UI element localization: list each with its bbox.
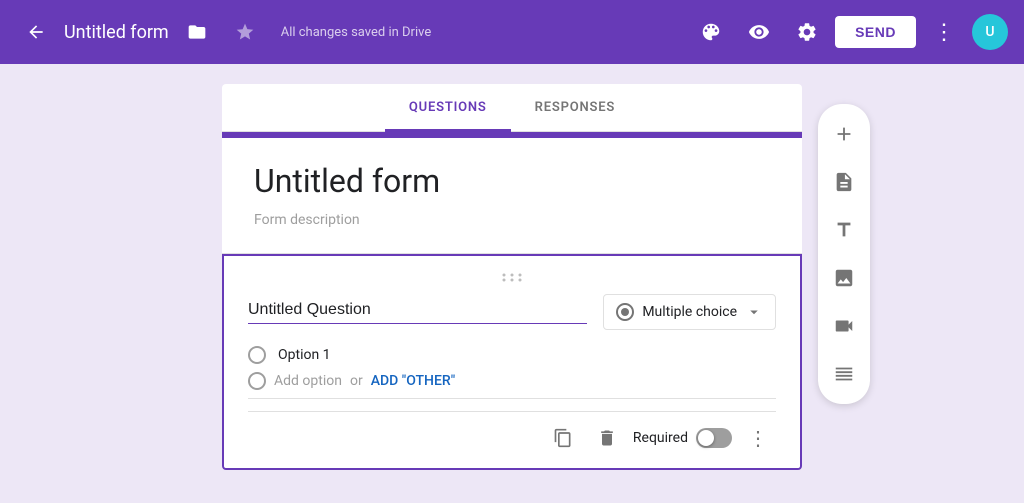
tab-responses[interactable]: RESPONSES [511,84,639,131]
topbar-right: SEND ⋮ U [691,12,1008,52]
add-option-or: or [350,373,363,389]
required-toggle[interactable] [696,428,732,448]
question-header: Multiple choice [248,294,776,330]
add-option-row: Add option or ADD "OTHER" [248,372,776,390]
question-card: Multiple choice Option 1 Add option or A… [222,254,802,470]
folder-button[interactable] [177,12,217,52]
send-button[interactable]: SEND [835,16,916,48]
more-options-button[interactable]: ⋮ [924,12,964,52]
question-type-dropdown[interactable]: Multiple choice [603,294,776,330]
add-title-button[interactable] [822,208,866,252]
topbar-left: Untitled form All changes saved in Drive [16,12,683,52]
options-list: Option 1 Add option or ADD "OTHER" [248,346,776,390]
add-video-button[interactable] [822,304,866,348]
duplicate-button[interactable] [545,420,581,456]
radio-empty-add-icon [248,372,266,390]
form-header-card: Untitled form Form description [222,132,802,254]
add-image-button[interactable] [822,256,866,300]
required-label: Required [633,430,688,446]
add-question-button[interactable] [822,112,866,156]
palette-button[interactable] [691,12,731,52]
import-questions-button[interactable] [822,160,866,204]
option-1-text[interactable]: Option 1 [278,347,331,363]
question-footer: Required ⋮ [248,411,776,456]
topbar: Untitled form All changes saved in Drive [0,0,1024,64]
star-button[interactable] [225,12,265,52]
tabs-bar: QUESTIONS RESPONSES [222,84,802,132]
settings-button[interactable] [787,12,827,52]
radio-empty-icon [248,346,266,364]
back-button[interactable] [16,12,56,52]
add-section-button[interactable] [822,352,866,396]
main-area: QUESTIONS RESPONSES Untitled form Form d… [0,64,1024,503]
chevron-down-icon [745,303,763,321]
form-main-title[interactable]: Untitled form [254,162,770,200]
add-other-link[interactable]: ADD "OTHER" [371,373,455,389]
question-type-inner: Multiple choice [616,303,737,321]
form-description[interactable]: Form description [254,212,770,233]
delete-button[interactable] [589,420,625,456]
preview-button[interactable] [739,12,779,52]
more-question-options-button[interactable]: ⋮ [740,420,776,456]
tab-questions[interactable]: QUESTIONS [385,84,511,131]
form-title-topbar: Untitled form [64,22,169,43]
question-type-label: Multiple choice [642,304,737,320]
radio-filled-icon [616,303,634,321]
question-title-input[interactable] [248,301,587,324]
right-sidebar [818,104,870,404]
autosave-status: All changes saved in Drive [281,25,432,40]
add-option-text[interactable]: Add option [274,373,342,389]
option-item-1: Option 1 [248,346,776,364]
avatar[interactable]: U [972,14,1008,50]
center-column: QUESTIONS RESPONSES Untitled form Form d… [222,84,802,483]
drag-handle [248,272,776,282]
